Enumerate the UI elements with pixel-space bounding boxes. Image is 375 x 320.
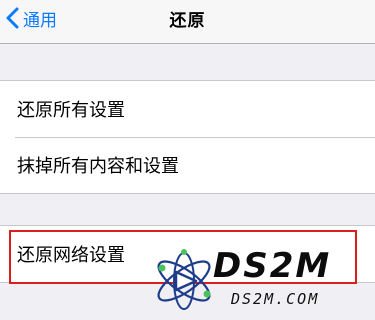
reset-all-settings-row[interactable]: 还原所有设置 bbox=[0, 81, 375, 137]
page-title: 还原 bbox=[169, 10, 206, 31]
row-label: 还原网络设置 bbox=[17, 245, 125, 266]
watermark-subtitle: DS2M.COM bbox=[231, 290, 320, 308]
atom-logo-icon bbox=[149, 246, 219, 320]
watermark: DS2M DS2M.COM bbox=[135, 238, 375, 320]
navigation-bar: 通用 还原 bbox=[0, 0, 375, 44]
reset-options-group: 还原所有设置 抹掉所有内容和设置 bbox=[0, 80, 375, 194]
watermark-title: DS2M bbox=[213, 246, 332, 286]
row-label: 抹掉所有内容和设置 bbox=[17, 156, 179, 177]
row-label: 还原所有设置 bbox=[17, 100, 125, 121]
erase-all-content-row[interactable]: 抹掉所有内容和设置 bbox=[0, 137, 375, 193]
